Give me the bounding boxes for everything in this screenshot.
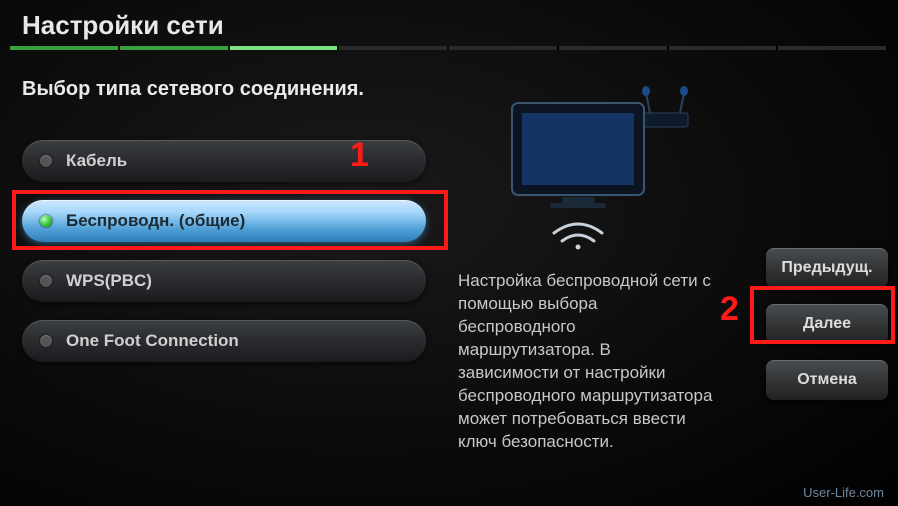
- progress-seg: [10, 46, 120, 50]
- next-button[interactable]: Далее: [766, 304, 888, 344]
- option-label: Кабель: [66, 151, 127, 171]
- option-wireless-general[interactable]: Беспроводн. (общие): [22, 200, 426, 242]
- option-label: WPS(PBC): [66, 271, 152, 291]
- progress-seg: [449, 46, 559, 50]
- radio-dot-icon: [40, 215, 52, 227]
- prev-button[interactable]: Предыдущ.: [766, 248, 888, 288]
- progress-seg: [669, 46, 779, 50]
- radio-dot-icon: [40, 155, 52, 167]
- button-label: Отмена: [797, 371, 857, 389]
- description-text: Настройка беспроводной сети с помощью вы…: [458, 270, 714, 454]
- button-label: Далее: [803, 315, 851, 333]
- annotation-number-2: 2: [720, 290, 739, 329]
- option-label: One Foot Connection: [66, 331, 239, 351]
- wifi-icon: [554, 224, 602, 250]
- progress-bar: [10, 46, 888, 50]
- option-wps-pbc[interactable]: WPS(PBC): [22, 260, 426, 302]
- wireless-illustration: [484, 85, 704, 250]
- cancel-button[interactable]: Отмена: [766, 360, 888, 400]
- progress-seg: [230, 46, 340, 50]
- progress-seg: [559, 46, 669, 50]
- progress-seg: [120, 46, 230, 50]
- button-column: Предыдущ. Далее Отмена: [766, 248, 888, 416]
- progress-seg: [778, 46, 888, 50]
- progress-seg: [339, 46, 449, 50]
- annotation-number-1: 1: [350, 136, 369, 175]
- connection-type-list: Кабель Беспроводн. (общие) WPS(PBC) One …: [22, 140, 426, 380]
- option-label: Беспроводн. (общие): [66, 211, 245, 231]
- option-one-foot[interactable]: One Foot Connection: [22, 320, 426, 362]
- radio-dot-icon: [40, 275, 52, 287]
- section-subtitle: Выбор типа сетевого соединения.: [22, 78, 364, 101]
- watermark: User-Life.com: [803, 485, 884, 500]
- radio-dot-icon: [40, 335, 52, 347]
- page-title: Настройки сети: [22, 10, 224, 41]
- button-label: Предыдущ.: [781, 259, 872, 277]
